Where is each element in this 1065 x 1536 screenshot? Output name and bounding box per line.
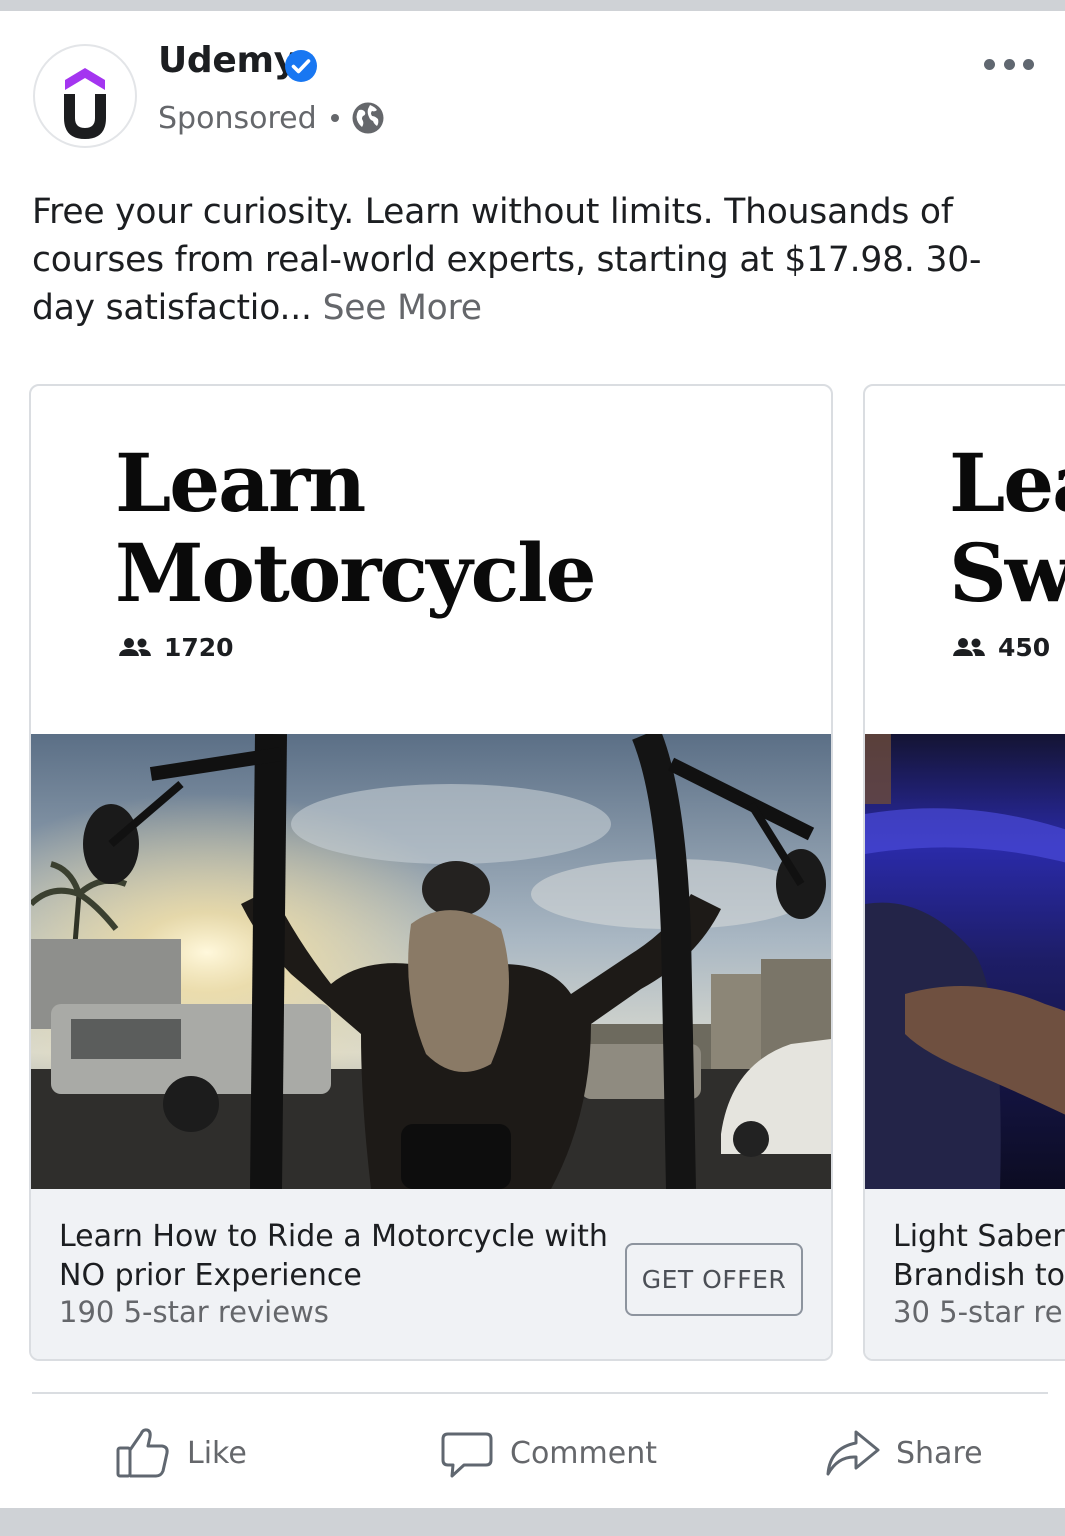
card-headline-line: Learn (115, 436, 366, 530)
more-dot (1023, 58, 1034, 70)
comment-bubble-icon (441, 1432, 493, 1478)
more-options-icon[interactable] (984, 50, 1034, 78)
card-headline-line: Lea (949, 436, 1065, 530)
students-count-row: 450 (952, 633, 1050, 662)
verified-badge-icon (285, 50, 317, 82)
sponsored-label[interactable]: Sponsored (158, 101, 317, 136)
more-dot (1003, 58, 1015, 70)
post-body: Free your curiosity. Learn without limit… (32, 192, 982, 328)
card-footer: Light Saber Brandish to 30 5-star re (865, 1189, 1065, 1359)
udemy-logo (64, 68, 106, 139)
comment-button[interactable]: Comment (440, 1418, 657, 1488)
top-separator (0, 0, 1065, 11)
separator-dot (330, 114, 339, 122)
globe-icon[interactable] (351, 101, 385, 135)
course-title[interactable]: Learn How to Ride a Motorcycle with NO p… (59, 1217, 619, 1295)
page-name[interactable]: Udemy (158, 40, 297, 81)
comment-label: Comment (510, 1435, 657, 1471)
people-icon (118, 637, 152, 659)
light-saber-photo (865, 734, 1065, 1189)
share-arrow-icon (826, 1430, 880, 1476)
thumbs-up-icon (116, 1428, 169, 1478)
course-image[interactable] (865, 734, 1065, 1189)
course-title-line: Brandish to (893, 1258, 1065, 1293)
card-footer: Learn How to Ride a Motorcycle with NO p… (31, 1189, 831, 1359)
page-avatar[interactable] (33, 44, 137, 148)
card-headline: Lea Sw (949, 438, 1065, 618)
students-count: 450 (998, 633, 1051, 662)
bottom-separator (0, 1508, 1065, 1536)
review-count: 190 5-star reviews (59, 1295, 329, 1329)
action-divider (32, 1392, 1048, 1394)
more-dot (984, 58, 995, 70)
people-icon (952, 637, 986, 659)
see-more-link[interactable]: See More (323, 288, 482, 328)
post-text: Free your curiosity. Learn without limit… (32, 188, 1042, 332)
course-image[interactable] (31, 734, 831, 1189)
course-title[interactable]: Light Saber Brandish to (893, 1217, 1065, 1295)
like-button[interactable]: Like (115, 1418, 247, 1488)
card-headline-line: Sw (949, 526, 1065, 620)
students-count-row: 1720 (118, 633, 234, 662)
carousel-card[interactable]: Lea Sw 450 (863, 384, 1065, 1361)
share-button[interactable]: Share (824, 1418, 983, 1488)
like-label: Like (187, 1435, 247, 1471)
get-offer-button[interactable]: GET OFFER (625, 1243, 803, 1316)
course-title-line: Light Saber (893, 1219, 1065, 1254)
carousel-card[interactable]: Learn Motorcycle 1720 Learn How to Ride … (29, 384, 833, 1361)
card-headline-line: Motorcycle (115, 526, 597, 620)
share-label: Share (896, 1435, 983, 1471)
review-count: 30 5-star re (893, 1295, 1063, 1329)
course-title-line: NO prior Experience (59, 1258, 362, 1293)
post-meta: Sponsored (158, 98, 385, 138)
course-title-line: Learn How to Ride a Motorcycle with (59, 1219, 608, 1254)
card-headline: Learn Motorcycle (115, 436, 597, 620)
students-count: 1720 (164, 633, 234, 662)
motorcycle-photo (31, 734, 831, 1189)
